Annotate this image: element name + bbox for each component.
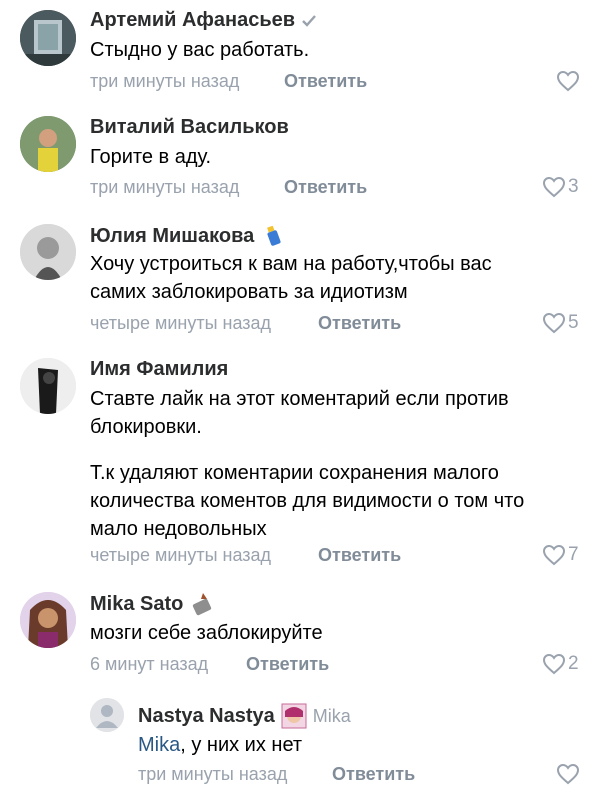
- avatar[interactable]: [20, 10, 76, 66]
- sticker-badge-icon: [267, 225, 281, 246]
- heart-icon: [542, 176, 566, 198]
- sticker-badge-icon: [281, 703, 307, 729]
- heart-icon: [542, 653, 566, 675]
- comment-author[interactable]: Виталий Васильков: [90, 116, 289, 139]
- reply-button[interactable]: Ответить: [284, 71, 367, 92]
- comment-author[interactable]: Nastya Nastya Mika: [138, 703, 351, 729]
- comment-author[interactable]: Юлия Мишакова: [90, 223, 286, 249]
- heart-icon: [542, 544, 566, 566]
- avatar-photo-icon: [20, 224, 76, 280]
- comment-time: три минуты назад: [138, 764, 288, 784]
- like-button[interactable]: [556, 70, 582, 92]
- heart-icon: [556, 763, 580, 785]
- avatar-photo-icon: [20, 592, 76, 648]
- comment-text: Стыдно у вас работать.: [90, 39, 310, 61]
- reply-button[interactable]: Ответить: [246, 654, 329, 675]
- comment-author[interactable]: Артемий Афанасьев: [90, 9, 317, 32]
- reply-button[interactable]: Ответить: [284, 177, 367, 198]
- avatar[interactable]: [20, 116, 76, 172]
- like-button[interactable]: 7: [542, 544, 579, 566]
- like-button[interactable]: [556, 763, 582, 785]
- heart-icon: [556, 70, 580, 92]
- comment-author[interactable]: Имя Фамилия: [90, 358, 228, 381]
- default-user-icon: [90, 698, 124, 732]
- comment-time: четыре минуты назад: [90, 545, 272, 565]
- sticker-badge-icon: [193, 593, 212, 616]
- avatar-photo-icon: [20, 10, 76, 66]
- comment-text: Горите в аду.: [90, 146, 212, 168]
- avatar[interactable]: [20, 358, 76, 414]
- comment-time: три минуты назад: [90, 71, 240, 91]
- avatar-photo-icon: [20, 358, 76, 414]
- like-button[interactable]: 3: [542, 176, 579, 198]
- like-button[interactable]: 2: [542, 653, 579, 675]
- comment-time: 6 минут назад: [90, 654, 209, 674]
- like-count: 7: [568, 544, 579, 565]
- reply-button[interactable]: Ответить: [318, 545, 401, 566]
- like-count: 2: [568, 653, 579, 674]
- comment-time: три минуты назад: [90, 177, 240, 197]
- comment-text: мозги себе заблокируйте: [90, 622, 323, 644]
- comment-time: четыре минуты назад: [90, 313, 272, 333]
- like-count: 3: [568, 176, 579, 197]
- avatar[interactable]: [90, 698, 124, 732]
- reply-button[interactable]: Ответить: [318, 313, 401, 334]
- comment-author[interactable]: Mika Sato: [90, 591, 215, 617]
- avatar[interactable]: [20, 224, 76, 280]
- reply-button[interactable]: Ответить: [332, 764, 415, 785]
- avatar-photo-icon: [20, 116, 76, 172]
- mention-link[interactable]: Mika: [138, 734, 180, 756]
- like-button[interactable]: 5: [542, 312, 579, 334]
- verified-icon: [302, 14, 317, 27]
- comment-text: Ставте лайк на этот коментарий если прот…: [90, 388, 525, 540]
- like-count: 5: [568, 312, 579, 333]
- avatar[interactable]: [20, 592, 76, 648]
- comment-text: Хочу устроиться к вам на работу,чтобы ва…: [90, 253, 492, 303]
- comment-text: Mika, у них их нет: [138, 734, 303, 756]
- reply-to-name[interactable]: Mika: [313, 706, 351, 727]
- heart-icon: [542, 312, 566, 334]
